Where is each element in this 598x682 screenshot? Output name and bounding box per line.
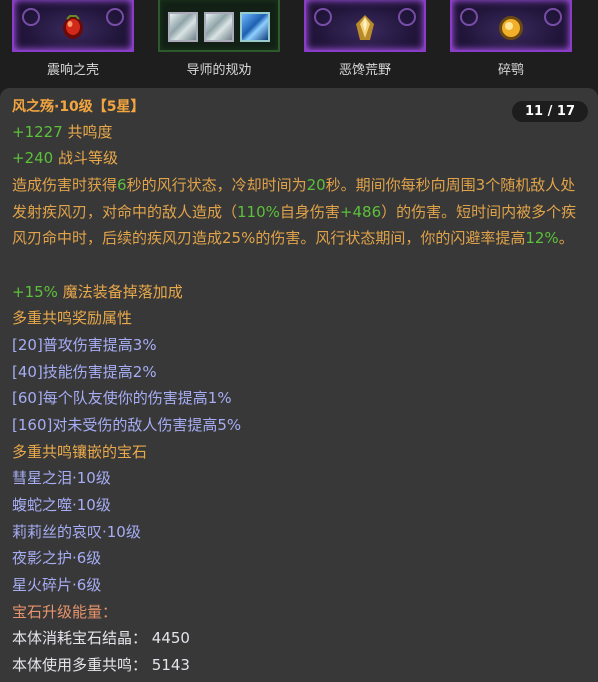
gem-title: 风之殇·10级【5星】 — [12, 99, 145, 115]
ornament-icon — [106, 8, 124, 26]
stat-value: +1227 — [12, 123, 63, 141]
desc-text: 。 — [558, 229, 574, 247]
silver-gem-icon — [204, 12, 234, 42]
blue-gem-icon — [240, 12, 270, 42]
resonance-bonus-item: [160]对未受伤的敌人伤害提高5% — [12, 416, 242, 434]
desc-number: 110% — [237, 202, 280, 221]
upgrade-label: 本体使用多重共鸣： — [12, 656, 148, 674]
stat-label: 共鸣度 — [67, 123, 113, 141]
inlaid-gem-item: 星火碎片·6级 — [12, 576, 102, 594]
upgrade-energy-row: 本体消耗宝石结晶： 4450 — [12, 625, 190, 651]
stat-label: 战斗等级 — [57, 149, 118, 167]
red-gem-icon — [63, 15, 83, 39]
ornament-icon — [544, 8, 562, 26]
gem-slot-1[interactable]: 震响之壳 — [12, 0, 134, 78]
silver-gem-icon — [168, 12, 198, 42]
gem-frame — [12, 0, 134, 52]
ornament-icon — [22, 8, 40, 26]
resonance-bonus-title: 多重共鸣奖励属性 — [12, 309, 133, 327]
desc-text: 秒的风行状态，冷却时间为 — [126, 176, 307, 194]
page-counter: 11 / 17 — [512, 101, 588, 122]
gem-slot-2[interactable]: 导师的规劝 — [158, 0, 280, 78]
amber-gem-icon — [499, 16, 523, 40]
stat-resonance: +1227 共鸣度 — [12, 119, 113, 145]
stat-combat-level: +240 战斗等级 — [12, 145, 118, 171]
ornament-icon — [398, 8, 416, 26]
gem-slot-4[interactable]: 碎鹗 — [450, 0, 572, 78]
inlaid-gems-title: 多重共鸣镶嵌的宝石 — [12, 443, 148, 461]
inlaid-gem-item: 莉莉丝的哀叹·10级 — [12, 523, 141, 541]
resonance-bonus-item: [20]普攻伤害提高3% — [12, 336, 157, 354]
ornament-icon — [314, 8, 332, 26]
inlaid-gem-item: 彗星之泪·10级 — [12, 469, 111, 487]
desc-number: 6 — [117, 176, 127, 194]
gold-crystal-icon — [356, 15, 374, 40]
upgrade-label: 本体消耗宝石结晶： — [12, 629, 148, 647]
gem-description: 造成伤害时获得6秒的风行状态，冷却时间为20秒。期间你每秒向周围3个随机敌人处发… — [12, 172, 586, 252]
gem-label: 碎鹗 — [497, 63, 524, 78]
ornament-icon — [460, 8, 478, 26]
stat-value: +15% — [12, 283, 58, 301]
resonance-bonus-item: [40]技能伤害提高2% — [12, 363, 157, 381]
gem-label: 恶馋荒野 — [338, 63, 391, 78]
gem-frame — [158, 0, 280, 52]
upgrade-value: 4450 — [151, 629, 190, 647]
inlaid-gem-item: 蝮蛇之噬·10级 — [12, 496, 111, 514]
gem-tooltip-panel: 11 / 17 风之殇·10级【5星】 +1227 共鸣度 +240 战斗等级 … — [0, 88, 598, 682]
gem-bar: 震响之壳 导师的规劝 恶馋荒野 碎鹗 — [0, 0, 598, 88]
gem-frame — [304, 0, 426, 52]
resonance-bonus-item: [60]每个队友使你的伤害提高1% — [12, 389, 232, 407]
stat-magic-drop: +15% 魔法装备掉落加成 — [12, 279, 183, 305]
stat-value: +240 — [12, 149, 54, 167]
upgrade-energy-row: 本体使用多重共鸣： 5143 — [12, 652, 190, 678]
desc-number: 20 — [306, 176, 326, 194]
gem-label: 震响之壳 — [46, 63, 99, 78]
stat-label: 魔法装备掉落加成 — [62, 283, 183, 301]
inlaid-gem-item: 夜影之护·6级 — [12, 549, 102, 567]
desc-text: 造成伤害时获得 — [12, 176, 118, 194]
desc-text: 自身伤害 — [279, 202, 340, 221]
desc-number: 12% — [525, 229, 559, 247]
upgrade-energy-title: 宝石升级能量： — [12, 603, 118, 621]
gem-frame — [450, 0, 572, 52]
gem-label: 导师的规劝 — [186, 63, 252, 78]
desc-number: +486 — [339, 202, 382, 221]
gem-slot-3[interactable]: 恶馋荒野 — [304, 0, 426, 78]
upgrade-value: 5143 — [151, 656, 190, 674]
